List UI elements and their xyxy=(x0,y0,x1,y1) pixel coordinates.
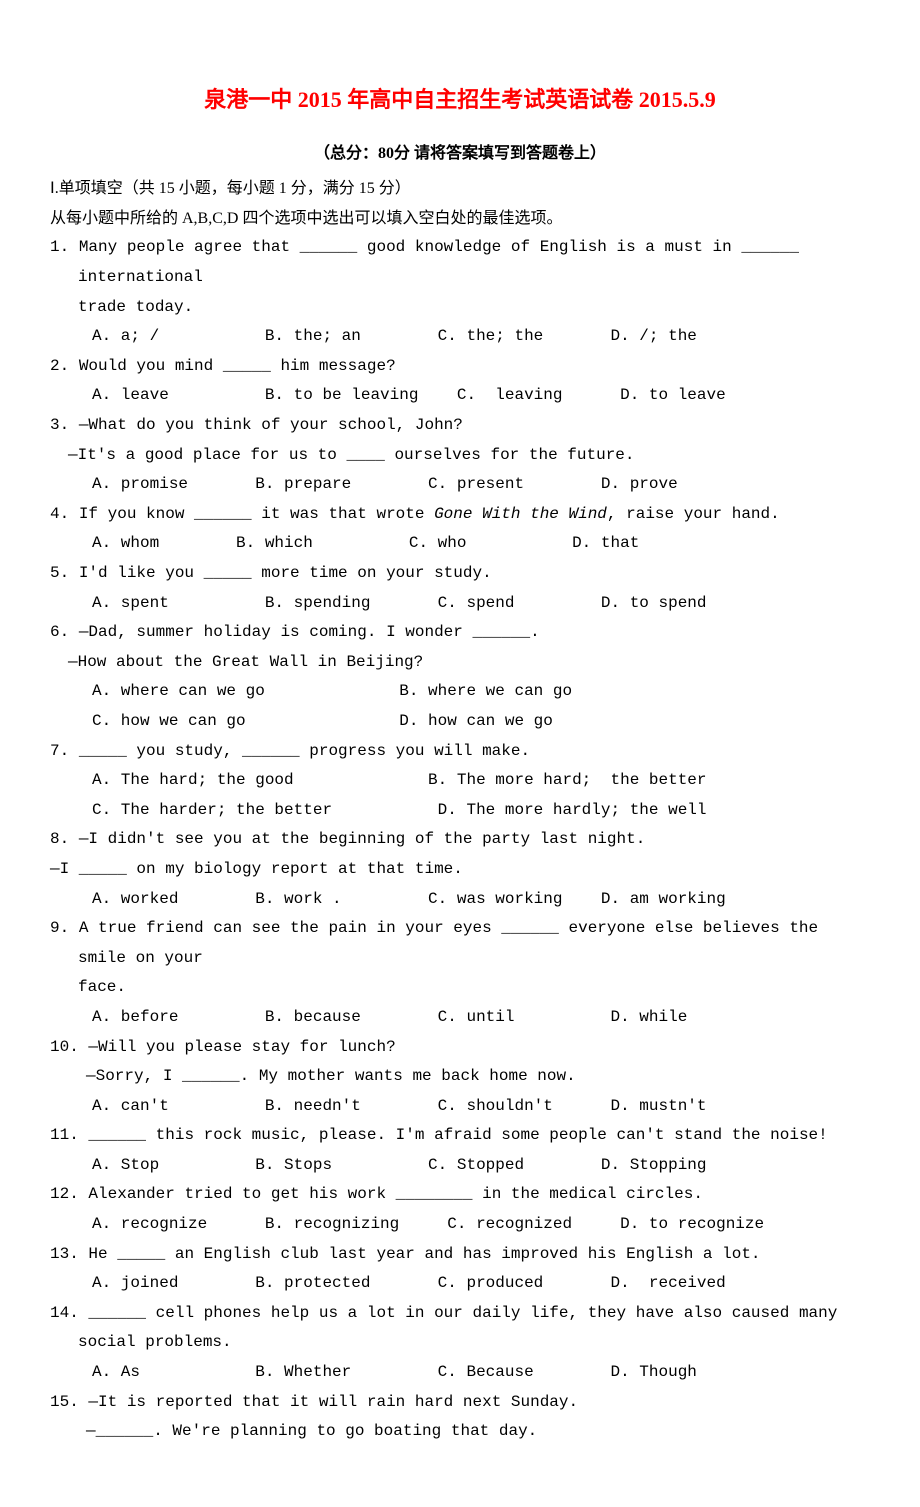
question-5: 5. I'd like you _____ more time on your … xyxy=(50,559,870,618)
q-text: A true friend can see the pain in your e… xyxy=(78,919,818,967)
q-options: A. spent B. spending C. spend D. to spen… xyxy=(92,589,870,619)
question-11: 11. ______ this rock music, please. I'm … xyxy=(50,1121,870,1180)
q-num: 13. xyxy=(50,1245,79,1263)
q-num: 3. xyxy=(50,416,69,434)
q-num: 8. xyxy=(50,830,69,848)
question-4: 4. If you know ______ it was that wrote … xyxy=(50,500,870,559)
q-num: 9. xyxy=(50,919,69,937)
q-options: A. can't B. needn't C. shouldn't D. must… xyxy=(92,1092,870,1122)
q-text-after: , raise your hand. xyxy=(607,505,780,523)
q-num: 2. xyxy=(50,357,69,375)
q-options-line2: C. The harder; the better D. The more ha… xyxy=(92,796,870,826)
q-options-line1: A. where can we go B. where we can go xyxy=(92,677,870,707)
q-options: A. worked B. work . C. was working D. am… xyxy=(92,885,870,915)
q-text: —I didn't see you at the beginning of th… xyxy=(79,830,646,848)
question-15: 15. —It is reported that it will rain ha… xyxy=(50,1388,870,1447)
q-options: A. Stop B. Stops C. Stopped D. Stopping xyxy=(92,1151,870,1181)
question-6: 6. —Dad, summer holiday is coming. I won… xyxy=(50,618,870,736)
q-text: If you know ______ it was that wrote xyxy=(79,505,434,523)
q-num: 11. xyxy=(50,1126,79,1144)
q-num: 7. xyxy=(50,742,69,760)
question-10: 10. —Will you please stay for lunch? —So… xyxy=(50,1033,870,1122)
question-2: 2. Would you mind _____ him message? A. … xyxy=(50,352,870,411)
q-options-line1: A. The hard; the good B. The more hard; … xyxy=(92,766,870,796)
q-text: —What do you think of your school, John? xyxy=(79,416,463,434)
question-14: 14. ______ cell phones help us a lot in … xyxy=(50,1299,870,1388)
q-text: Alexander tried to get his work ________… xyxy=(88,1185,703,1203)
q-num: 4. xyxy=(50,505,69,523)
exam-title: 泉港一中 2015 年高中自主招生考试英语试卷 2015.5.9 xyxy=(50,80,870,121)
q-text: _____ you study, ______ progress you wil… xyxy=(79,742,530,760)
q-options: A. promise B. prepare C. present D. prov… xyxy=(92,470,870,500)
question-1: 1. Many people agree that ______ good kn… xyxy=(50,233,870,351)
q-text: —Will you please stay for lunch? xyxy=(88,1038,395,1056)
q-sub: —______. We're planning to go boating th… xyxy=(86,1417,870,1447)
q-sub: —Sorry, I ______. My mother wants me bac… xyxy=(86,1062,870,1092)
q-text: —It is reported that it will rain hard n… xyxy=(88,1393,578,1411)
q-num: 10. xyxy=(50,1038,79,1056)
question-8: 8. —I didn't see you at the beginning of… xyxy=(50,825,870,914)
q-sub: —How about the Great Wall in Beijing? xyxy=(68,648,870,678)
q-num: 5. xyxy=(50,564,69,582)
q-text: I'd like you _____ more time on your stu… xyxy=(79,564,492,582)
question-9: 9. A true friend can see the pain in you… xyxy=(50,914,870,1032)
q-sub: —It's a good place for us to ____ oursel… xyxy=(68,441,870,471)
question-13: 13. He _____ an English club last year a… xyxy=(50,1240,870,1299)
q-sub: —I _____ on my biology report at that ti… xyxy=(50,855,870,885)
q-num: 1. xyxy=(50,238,69,256)
q-options: A. recognize B. recognizing C. recognize… xyxy=(92,1210,870,1240)
q-num: 15. xyxy=(50,1393,79,1411)
q-text: —Dad, summer holiday is coming. I wonder… xyxy=(79,623,540,641)
q-options: A. As B. Whether C. Because D. Though xyxy=(92,1358,870,1388)
q-options: A. whom B. which C. who D. that xyxy=(92,529,870,559)
q-num: 14. xyxy=(50,1304,79,1322)
q-options: A. a; / B. the; an C. the; the D. /; the xyxy=(92,322,870,352)
question-12: 12. Alexander tried to get his work ____… xyxy=(50,1180,870,1239)
q-cont: trade today. xyxy=(78,293,870,323)
question-7: 7. _____ you study, ______ progress you … xyxy=(50,737,870,826)
section-header: Ⅰ.单项填空（共 15 小题，每小题 1 分，满分 15 分） xyxy=(50,174,870,204)
q-text: ______ this rock music, please. I'm afra… xyxy=(88,1126,827,1144)
q-options: A. leave B. to be leaving C. leaving D. … xyxy=(92,381,870,411)
q-text: He _____ an English club last year and h… xyxy=(88,1245,760,1263)
exam-subtitle: （总分：80分 请将答案填写到答题卷上） xyxy=(50,139,870,169)
q-italic: Gone With the Wind xyxy=(434,505,607,523)
instruction: 从每小题中所给的 A,B,C,D 四个选项中选出可以填入空白处的最佳选项。 xyxy=(50,204,870,234)
q-options: A. joined B. protected C. produced D. re… xyxy=(92,1269,870,1299)
q-text: Many people agree that ______ good knowl… xyxy=(78,238,799,286)
q-num: 6. xyxy=(50,623,69,641)
q-text: Would you mind _____ him message? xyxy=(79,357,396,375)
q-options: A. before B. because C. until D. while xyxy=(92,1003,870,1033)
q-text: ______ cell phones help us a lot in our … xyxy=(78,1304,837,1352)
q-num: 12. xyxy=(50,1185,79,1203)
q-cont: face. xyxy=(78,973,870,1003)
question-3: 3. —What do you think of your school, Jo… xyxy=(50,411,870,500)
q-options-line2: C. how we can go D. how can we go xyxy=(92,707,870,737)
